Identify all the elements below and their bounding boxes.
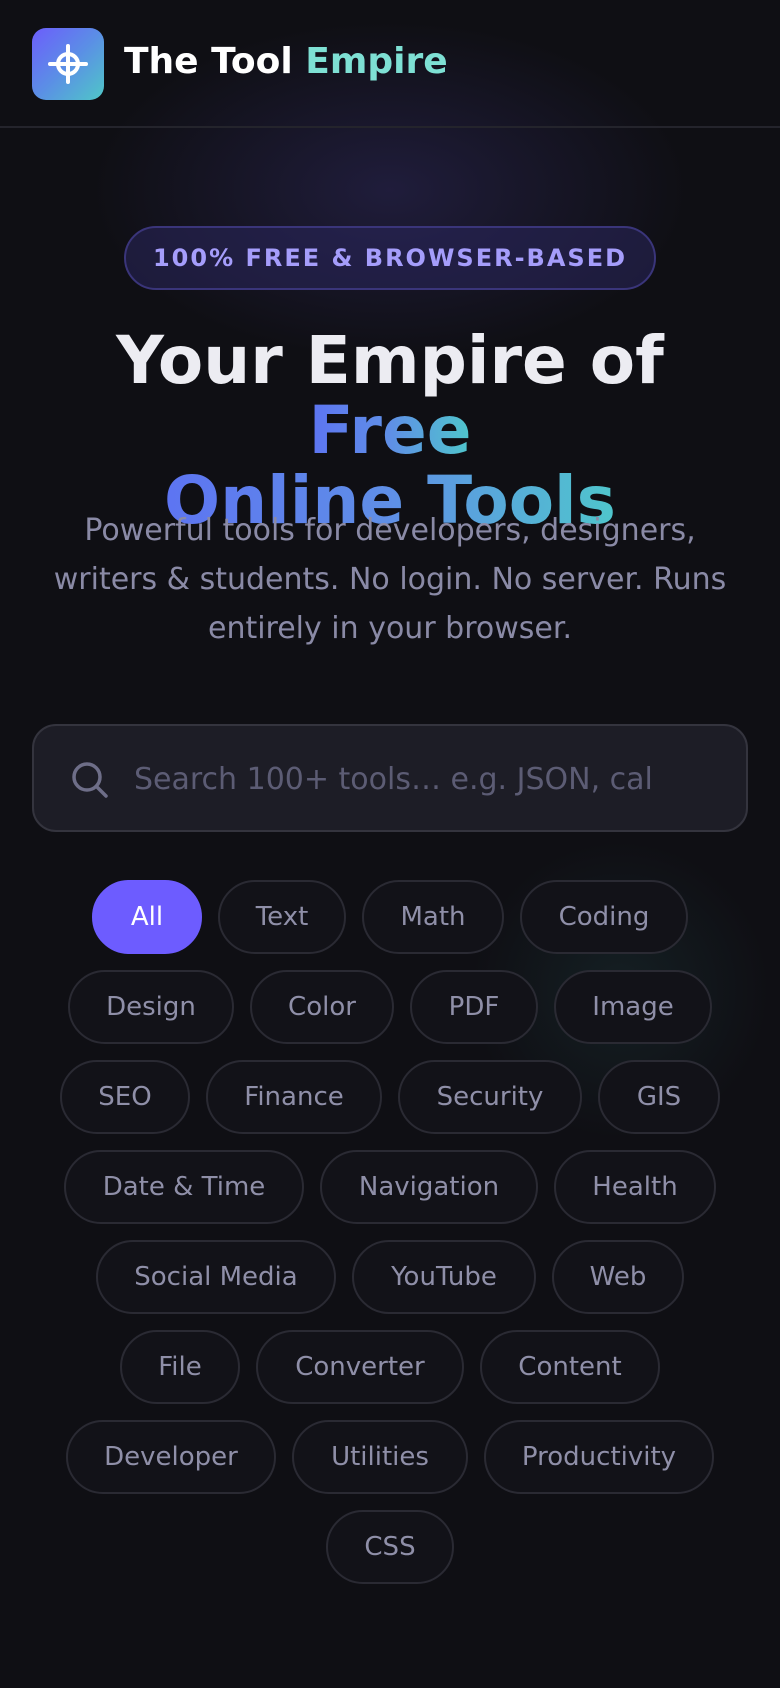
category-chip-date-time[interactable]: Date & Time xyxy=(64,1150,304,1224)
category-chip-all[interactable]: All xyxy=(92,880,202,954)
hero-badge: 100% FREE & BROWSER-BASED xyxy=(124,226,656,290)
category-chip-css[interactable]: CSS xyxy=(326,1510,454,1584)
category-chip-image[interactable]: Image xyxy=(554,970,712,1044)
category-chip-web[interactable]: Web xyxy=(552,1240,684,1314)
search-icon xyxy=(72,762,108,798)
search-box[interactable] xyxy=(32,724,748,832)
category-chip-seo[interactable]: SEO xyxy=(60,1060,190,1134)
category-chip-color[interactable]: Color xyxy=(250,970,394,1044)
category-chip-content[interactable]: Content xyxy=(480,1330,660,1404)
crosshair-icon xyxy=(48,44,88,84)
category-chip-text[interactable]: Text xyxy=(218,880,346,954)
hero-title-highlight-1: Free xyxy=(308,392,472,469)
category-chip-coding[interactable]: Coding xyxy=(520,880,688,954)
category-chip-finance[interactable]: Finance xyxy=(206,1060,382,1134)
category-chip-social-media[interactable]: Social Media xyxy=(96,1240,336,1314)
search-input[interactable] xyxy=(134,756,654,802)
category-chip-utilities[interactable]: Utilities xyxy=(292,1420,468,1494)
category-chip-converter[interactable]: Converter xyxy=(256,1330,464,1404)
hero-title-part1: Your Empire of xyxy=(116,322,664,399)
logo[interactable] xyxy=(32,28,104,100)
category-chip-file[interactable]: File xyxy=(120,1330,240,1404)
category-chip-developer[interactable]: Developer xyxy=(66,1420,276,1494)
brand-name-primary: The Tool xyxy=(124,41,293,82)
category-chip-security[interactable]: Security xyxy=(398,1060,582,1134)
hero-subtitle: Powerful tools for developers, designers… xyxy=(53,513,727,646)
category-chip-navigation[interactable]: Navigation xyxy=(320,1150,538,1224)
category-chip-productivity[interactable]: Productivity xyxy=(484,1420,714,1494)
category-chip-health[interactable]: Health xyxy=(554,1150,716,1224)
site-brand[interactable]: The Tool Empire xyxy=(124,38,448,86)
category-chip-math[interactable]: Math xyxy=(362,880,504,954)
brand-name-accent: Empire xyxy=(305,41,448,82)
category-chip-design[interactable]: Design xyxy=(68,970,234,1044)
hero-title: Your Empire of Free Online Tools xyxy=(30,326,750,536)
category-chip-youtube[interactable]: YouTube xyxy=(352,1240,536,1314)
site-header: The Tool Empire xyxy=(0,0,780,128)
category-chip-gis[interactable]: GIS xyxy=(598,1060,720,1134)
category-chip-pdf[interactable]: PDF xyxy=(410,970,538,1044)
